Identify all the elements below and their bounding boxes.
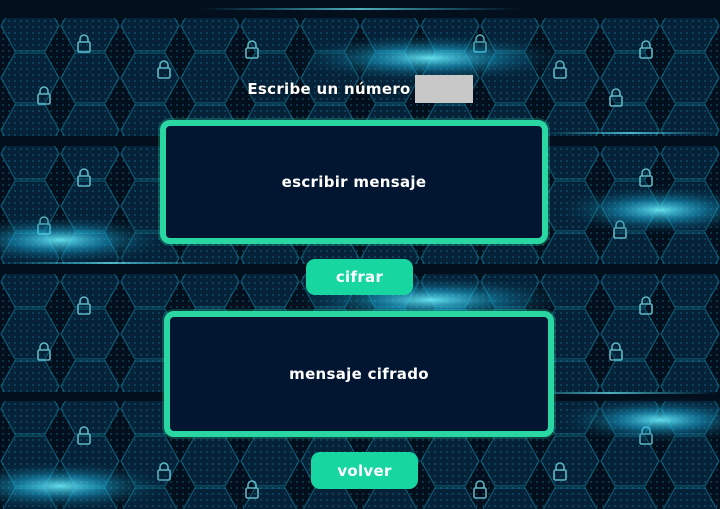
number-row: Escribe un número bbox=[0, 74, 720, 104]
back-button[interactable]: volver bbox=[311, 452, 418, 489]
encrypted-output-box[interactable]: mensaje cifrado bbox=[164, 311, 554, 437]
encrypted-output[interactable] bbox=[170, 317, 548, 431]
message-input[interactable] bbox=[166, 126, 542, 238]
number-input[interactable] bbox=[414, 75, 473, 103]
message-input-box[interactable]: escribir mensaje bbox=[160, 120, 548, 244]
encrypt-button[interactable]: cifrar bbox=[306, 259, 413, 295]
number-label: Escribe un número bbox=[247, 80, 411, 98]
